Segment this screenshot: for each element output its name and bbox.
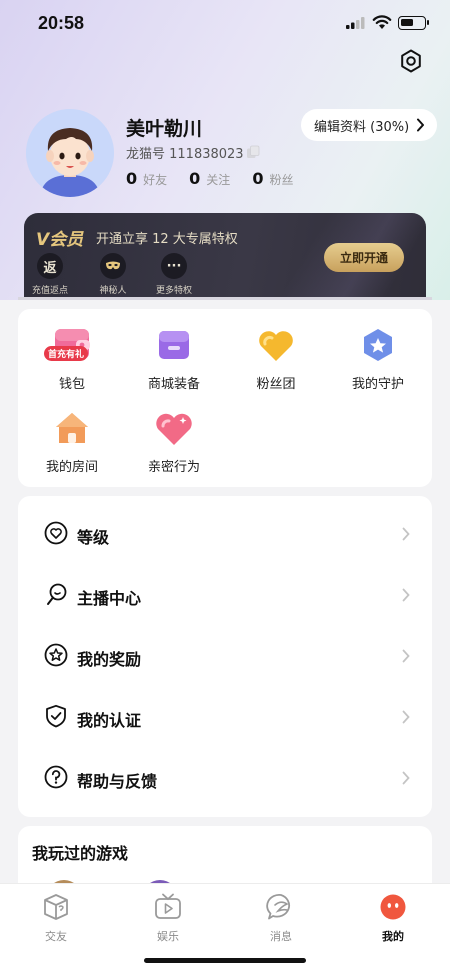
status-time: 20:58 xyxy=(38,13,85,33)
stat-label: 粉丝 xyxy=(269,173,294,187)
chevron-right-icon xyxy=(402,527,410,541)
wallet-icon: 首充有礼 xyxy=(44,326,92,366)
chevron-right-icon xyxy=(402,771,410,785)
stat-label: 好友 xyxy=(143,173,168,187)
grid-item-fan-club[interactable]: 粉丝团 xyxy=(224,326,328,392)
divider xyxy=(18,297,432,300)
more-icon: ··· xyxy=(161,253,187,279)
settings-menu: 等级 主播中心 我的奖励 我的认证 帮助与反馈 xyxy=(18,496,432,817)
home-indicator xyxy=(144,958,306,963)
grid-item-label: 亲密行为 xyxy=(147,460,200,475)
edit-profile-button[interactable]: 编辑资料 (30%) xyxy=(301,109,437,141)
menu-item-label: 帮助与反馈 xyxy=(77,772,158,791)
me-face-icon xyxy=(380,894,406,920)
tab-me[interactable]: 我的 xyxy=(353,892,433,944)
grid-item-label: 粉丝团 xyxy=(256,377,296,392)
stat-number: 0 xyxy=(126,169,138,188)
guard-icon xyxy=(358,326,398,366)
chevron-right-icon xyxy=(417,118,424,132)
tab-messages[interactable]: 消息 xyxy=(241,892,321,944)
grid-item-label: 钱包 xyxy=(58,377,85,392)
tab-entertainment[interactable]: 娱乐 xyxy=(128,892,208,944)
shield-check-icon xyxy=(46,704,66,728)
grid-item-label: 我的守护 xyxy=(351,377,404,392)
stat-label: 关注 xyxy=(206,173,231,187)
help-icon xyxy=(44,765,68,789)
heart-icon xyxy=(154,409,194,449)
copy-icon[interactable] xyxy=(246,145,260,159)
grid-item-label: 我的房间 xyxy=(45,460,98,475)
tab-label: 消息 xyxy=(270,930,292,943)
reward-star-icon xyxy=(44,643,68,667)
vip-logo: V会员 xyxy=(36,230,84,250)
grid-item-guard[interactable]: 我的守护 xyxy=(326,326,430,392)
edit-profile-label: 编辑资料 (30%) xyxy=(314,119,410,135)
grid-item-wallet[interactable]: 首充有礼 钱包 xyxy=(20,326,124,392)
first-charge-badge: 首充有礼 xyxy=(44,346,89,361)
user-name: 美叶勒川 xyxy=(126,118,203,140)
wifi-icon xyxy=(372,15,392,29)
battery-level xyxy=(401,19,413,26)
grid-item-shop[interactable]: 商城装备 xyxy=(122,326,226,392)
stat-following[interactable]: 0 关注 xyxy=(189,169,230,188)
menu-item-reward[interactable]: 我的奖励 xyxy=(18,627,432,687)
chevron-right-icon xyxy=(402,649,410,663)
grid-item-label: 商城装备 xyxy=(147,377,200,392)
menu-item-help[interactable]: 帮助与反馈 xyxy=(18,749,432,809)
tab-label: 我的 xyxy=(382,930,404,943)
house-icon xyxy=(52,409,92,449)
settings-gear-icon[interactable] xyxy=(398,48,424,74)
profile-stats: 0 好友 0 关注 0 粉丝 xyxy=(126,169,315,188)
vip-perk-label: 神秘人 xyxy=(99,286,127,296)
menu-item-verification[interactable]: 我的认证 xyxy=(18,688,432,748)
menu-item-level[interactable]: 等级 xyxy=(18,505,432,565)
shop-icon xyxy=(154,326,194,366)
box-icon xyxy=(44,894,68,920)
stat-friends[interactable]: 0 好友 xyxy=(126,169,167,188)
rebate-icon: 返 xyxy=(37,253,63,279)
feature-grid: 首充有礼 钱包 商城装备 粉丝团 我的守护 我的房间 亲密行为 xyxy=(18,309,432,487)
mask-icon xyxy=(100,253,126,279)
vip-perk-label: 更多特权 xyxy=(155,286,192,296)
tv-play-icon xyxy=(155,893,181,919)
tab-friends[interactable]: 交友 xyxy=(16,892,96,944)
menu-item-label: 我的奖励 xyxy=(77,650,142,669)
menu-item-streamer[interactable]: 主播中心 xyxy=(18,566,432,626)
user-id: 龙猫号 111838023 xyxy=(126,147,244,162)
stat-fans[interactable]: 0 粉丝 xyxy=(252,169,293,188)
vip-description: 开通立享 12 大专属特权 xyxy=(96,232,238,247)
grid-item-room[interactable]: 我的房间 xyxy=(20,409,124,475)
menu-item-label: 主播中心 xyxy=(77,589,142,608)
vip-perk-label: 充值返点 xyxy=(31,286,68,296)
tab-label: 交友 xyxy=(45,930,67,943)
level-heart-icon xyxy=(44,521,68,545)
avatar[interactable] xyxy=(26,109,114,197)
message-icon xyxy=(266,893,290,920)
cellular-signal-icon xyxy=(346,17,365,29)
menu-item-label: 等级 xyxy=(77,528,110,547)
cartoon-boy-icon xyxy=(26,109,114,197)
chevron-right-icon xyxy=(402,710,410,724)
vip-perk-mystery[interactable]: 神秘人 xyxy=(83,253,143,296)
vip-perk-more[interactable]: ··· 更多特权 xyxy=(144,253,204,296)
grid-item-intimacy[interactable]: 亲密行为 xyxy=(122,409,226,475)
status-bar: 20:58 xyxy=(0,0,450,48)
stat-number: 0 xyxy=(189,169,201,188)
streamer-icon xyxy=(47,583,67,605)
chevron-right-icon xyxy=(402,588,410,602)
menu-item-label: 我的认证 xyxy=(77,711,142,730)
stat-number: 0 xyxy=(252,169,264,188)
vip-banner[interactable]: V会员 开通立享 12 大专属特权 返 充值返点 神秘人 ··· 更多特权 立即… xyxy=(24,213,426,299)
battery-icon xyxy=(398,16,429,30)
vip-perk-rebate[interactable]: 返 充值返点 xyxy=(24,253,80,296)
fan-club-icon xyxy=(256,326,296,366)
tab-label: 娱乐 xyxy=(157,930,179,943)
section-title: 我玩过的游戏 xyxy=(32,844,129,863)
vip-open-button[interactable]: 立即开通 xyxy=(324,243,404,272)
